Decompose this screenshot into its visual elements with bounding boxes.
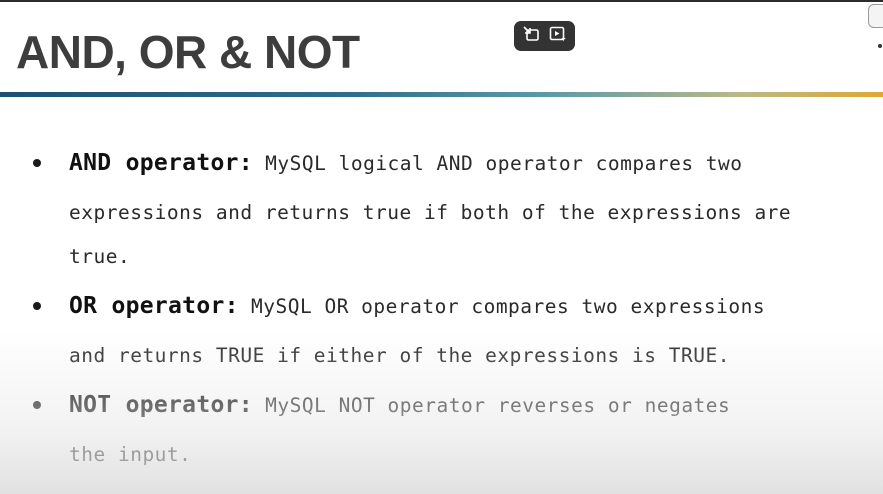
or-operator-desc-1: MySQL OR operator compares two expressio… (238, 295, 766, 318)
bullet-dot (33, 302, 41, 310)
and-operator-desc-2: expressions and returns true if both of … (69, 201, 792, 224)
not-operator-desc-1: MySQL NOT operator reverses or negates (252, 394, 731, 417)
bullet-line: NOT operator: MySQL NOT operator reverse… (69, 392, 730, 418)
bullet-list: AND operator: MySQL logical AND operator… (0, 0, 883, 494)
bullet-line: OR operator: MySQL OR operator compares … (69, 293, 765, 319)
not-operator-term: NOT operator: (69, 392, 253, 418)
bullet-line: AND operator: MySQL logical AND operator… (69, 150, 743, 176)
or-operator-desc-2: and returns TRUE if either of the expres… (69, 344, 730, 367)
or-operator-term: OR operator: (69, 293, 239, 319)
bullet-dot (33, 401, 41, 409)
slide: AND, OR & NOT AND operator: MySQL logica… (0, 0, 883, 494)
not-operator-desc-2: the input. (69, 443, 192, 466)
and-operator-desc-1: MySQL logical AND operator compares two (252, 152, 743, 175)
and-operator-desc-3: true. (69, 245, 131, 268)
bullet-dot (33, 159, 41, 167)
and-operator-term: AND operator: (69, 150, 253, 176)
